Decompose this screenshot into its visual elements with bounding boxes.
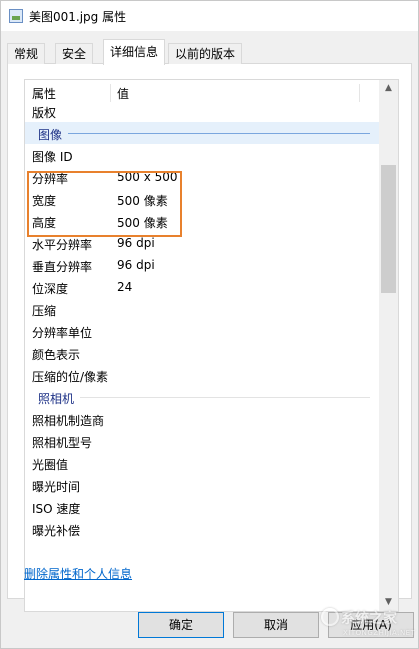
tab-strip: 常规 安全 详细信息 以前的版本 [7, 39, 412, 65]
property-value: 500 x 500 [117, 170, 178, 184]
property-row[interactable]: 图像 ID [25, 144, 380, 166]
property-name: 分辨率单位 [32, 326, 93, 340]
image-file-icon [9, 9, 23, 23]
property-row[interactable]: 曝光时间 [25, 474, 380, 496]
property-name: 颜色表示 [32, 348, 81, 362]
apply-button[interactable]: 应用(A) [328, 612, 414, 638]
scroll-thumb[interactable] [381, 165, 396, 293]
window-title: 美图001.jpg 属性 [29, 10, 127, 24]
group-label: 图像 [38, 126, 69, 143]
property-row[interactable]: 宽度 500 像素 [25, 188, 380, 210]
property-row[interactable]: ISO 速度 [25, 496, 380, 518]
property-row[interactable]: 照相机制造商 [25, 408, 380, 430]
property-name: 压缩 [32, 304, 57, 318]
scroll-up-arrow-icon[interactable]: ▲ [379, 80, 398, 97]
property-name: 曝光时间 [32, 480, 81, 494]
property-row[interactable]: 分辨率 500 x 500 [25, 166, 380, 188]
details-panel: 属性 值 版权 图像 图像 ID 分辨率 500 x 500 宽度 500 像素… [7, 64, 412, 612]
property-row[interactable]: 高度 500 像素 [25, 210, 380, 232]
group-divider [38, 397, 370, 398]
property-name: 位深度 [32, 282, 69, 296]
property-value: 24 [117, 280, 133, 294]
property-value: 500 像素 [117, 194, 168, 208]
cancel-button[interactable]: 取消 [233, 612, 319, 638]
property-rows: 版权 图像 图像 ID 分辨率 500 x 500 宽度 500 像素 高度 5… [25, 100, 380, 540]
property-name: 版权 [32, 106, 57, 120]
property-row[interactable]: 曝光补偿 [25, 518, 380, 540]
property-value: 96 dpi [117, 258, 155, 272]
property-name: 分辨率 [32, 172, 69, 186]
property-row[interactable]: 垂直分辨率 96 dpi [25, 254, 380, 276]
dialog-buttons: 确定 取消 应用(A) [1, 599, 418, 649]
vertical-scrollbar[interactable]: ▲ ▼ [379, 80, 398, 611]
property-name: 照相机制造商 [32, 414, 105, 428]
property-name: 垂直分辨率 [32, 260, 93, 274]
property-name: 光圈值 [32, 458, 69, 472]
property-row[interactable]: 压缩的位/像素 [25, 364, 380, 386]
property-name: 高度 [32, 216, 57, 230]
ok-button[interactable]: 确定 [138, 612, 224, 638]
properties-dialog: 美图001.jpg 属性 常规 安全 详细信息 以前的版本 属性 值 版权 图像 [0, 0, 419, 649]
property-name: 压缩的位/像素 [32, 370, 109, 384]
tab-security[interactable]: 安全 [55, 43, 94, 64]
group-header-image[interactable]: 图像 [25, 122, 380, 144]
property-name: 水平分辨率 [32, 238, 93, 252]
property-row[interactable]: 照相机型号 [25, 430, 380, 452]
tab-general[interactable]: 常规 [7, 43, 46, 64]
remove-properties-link[interactable]: 删除属性和个人信息 [24, 565, 132, 582]
tab-previous-versions[interactable]: 以前的版本 [168, 43, 243, 64]
property-row[interactable]: 水平分辨率 96 dpi [25, 232, 380, 254]
property-row[interactable]: 压缩 [25, 298, 380, 320]
property-name: ISO 速度 [32, 502, 81, 516]
property-row[interactable]: 颜色表示 [25, 342, 380, 364]
property-row[interactable]: 分辨率单位 [25, 320, 380, 342]
list-header: 属性 值 [25, 80, 380, 102]
property-row[interactable]: 光圈值 [25, 452, 380, 474]
group-label: 照相机 [38, 390, 81, 407]
property-value: 96 dpi [117, 236, 155, 250]
title-bar: 美图001.jpg 属性 [1, 1, 418, 31]
group-header-camera[interactable]: 照相机 [25, 386, 380, 408]
property-name: 图像 ID [32, 150, 73, 164]
property-name: 照相机型号 [32, 436, 93, 450]
property-row[interactable]: 版权 [25, 100, 380, 122]
property-name: 曝光补偿 [32, 524, 81, 538]
tab-details[interactable]: 详细信息 [103, 39, 166, 65]
properties-list[interactable]: 属性 值 版权 图像 图像 ID 分辨率 500 x 500 宽度 500 像素… [24, 79, 399, 612]
property-value: 500 像素 [117, 216, 168, 230]
property-row[interactable]: 位深度 24 [25, 276, 380, 298]
property-name: 宽度 [32, 194, 57, 208]
group-divider [38, 133, 370, 134]
